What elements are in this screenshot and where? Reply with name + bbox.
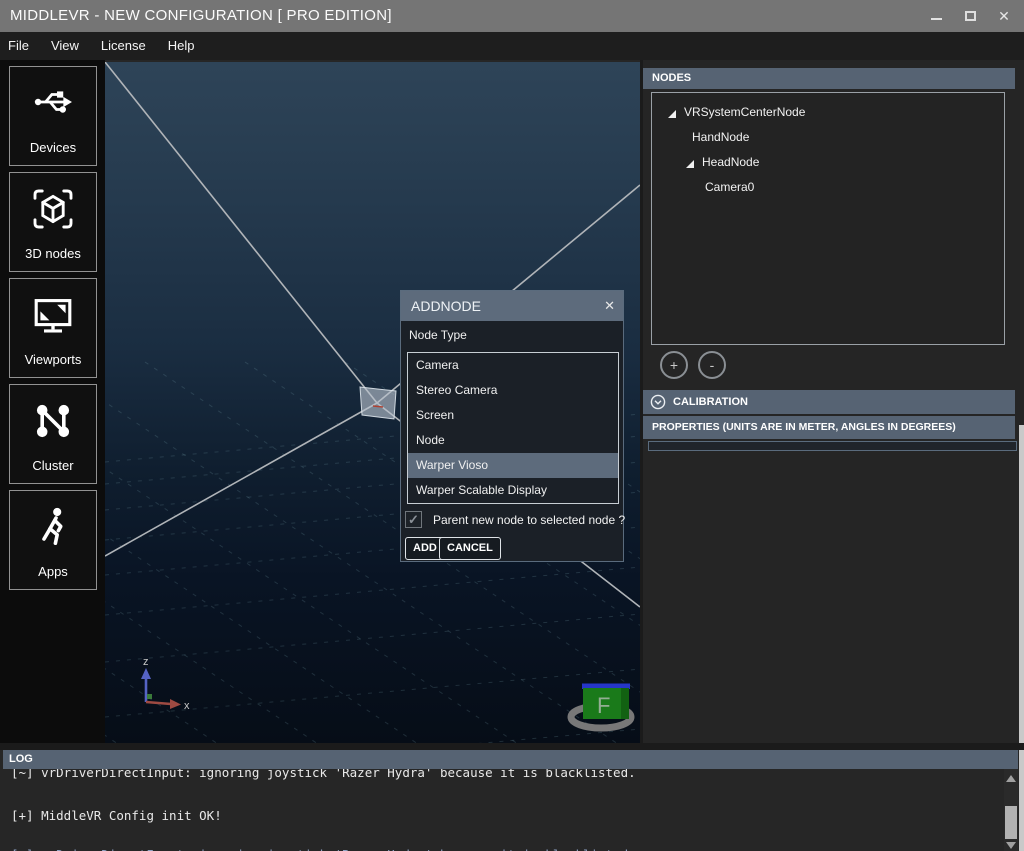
maximize-button[interactable] (954, 0, 986, 32)
tree-node-label[interactable]: HandNode (692, 130, 749, 144)
cancel-button[interactable]: CANCEL (439, 537, 501, 560)
tree-row[interactable]: Camera0 (652, 176, 1004, 201)
scrollbar-thumb[interactable] (1005, 806, 1017, 839)
tree-row[interactable]: HeadNode (652, 151, 1004, 176)
sidebar-item-3d-nodes[interactable]: 3D nodes (9, 172, 97, 272)
log-line-clipped: [~] vrDriverDirectInput: ignoring joysti… (11, 847, 636, 851)
window-title: MIDDLEVR - NEW CONFIGURATION [ PRO EDITI… (10, 0, 392, 32)
sidebar-item-cluster[interactable]: Cluster (9, 384, 97, 484)
menu-view[interactable]: View (40, 32, 90, 60)
tree-row[interactable]: HandNode (652, 126, 1004, 151)
sidebar-item-label: Devices (10, 140, 96, 155)
scroll-up-icon[interactable] (1006, 775, 1016, 782)
close-icon: ✕ (998, 0, 1010, 32)
tree-node-label[interactable]: VRSystemCenterNode (684, 105, 805, 119)
log-divider (0, 743, 1024, 750)
dialog-title-bar[interactable]: ADDNODE ✕ (401, 291, 623, 321)
log-body[interactable]: [~] vrDriverDirectInput: ignoring joysti… (3, 769, 1004, 851)
properties-empty-strip (648, 441, 1017, 451)
tree-node-label[interactable]: HeadNode (702, 155, 759, 169)
axis-x-label: x (184, 700, 190, 712)
log-scrollbar[interactable] (1004, 769, 1018, 851)
app-window: MIDDLEVR - NEW CONFIGURATION [ PRO EDITI… (0, 0, 1024, 851)
nodes-panel-header: NODES (643, 68, 1015, 89)
list-option-warper-scalable-display[interactable]: Warper Scalable Display (408, 478, 618, 503)
addnode-dialog: ADDNODE ✕ Node Type Camera Stereo Camera… (400, 290, 624, 562)
dialog-title: ADDNODE (411, 291, 481, 321)
expander-icon[interactable] (686, 160, 694, 168)
nodes-tree[interactable]: VRSystemCenterNode HandNode HeadNode Cam… (651, 92, 1005, 345)
log-header: LOG (3, 750, 1018, 769)
panel-scrollbar-track[interactable] (1019, 425, 1024, 851)
usb-icon (10, 79, 96, 125)
sidebar-item-devices[interactable]: Devices (9, 66, 97, 166)
sidebar-item-viewports[interactable]: Viewports (9, 278, 97, 378)
camera-node[interactable] (360, 387, 406, 419)
title-bar: MIDDLEVR - NEW CONFIGURATION [ PRO EDITI… (0, 0, 1024, 32)
properties-header: PROPERTIES (UNITS ARE IN METER, ANGLES I… (643, 416, 1015, 439)
menu-license[interactable]: License (90, 32, 157, 60)
menu-file[interactable]: File (0, 32, 40, 60)
node-type-list[interactable]: Camera Stereo Camera Screen Node Warper … (407, 352, 619, 504)
axis-z-label: z (143, 656, 149, 668)
sidebar-item-label: Cluster (10, 458, 96, 473)
sidebar-item-label: Apps (10, 564, 96, 579)
dialog-close-icon[interactable]: ✕ (604, 291, 615, 321)
list-option-stereo-camera[interactable]: Stereo Camera (408, 378, 618, 403)
calibration-header[interactable]: CALIBRATION (643, 390, 1015, 414)
remove-node-button[interactable]: - (698, 351, 726, 379)
parent-node-checkbox-label: Parent new node to selected node ? (433, 513, 625, 527)
scroll-down-icon[interactable] (1006, 842, 1016, 849)
node-type-label: Node Type (409, 328, 467, 342)
axis-indicator: z x (141, 656, 190, 712)
tree-node-label[interactable]: Camera0 (705, 180, 754, 194)
expander-icon[interactable] (668, 110, 676, 118)
sidebar-item-label: 3D nodes (10, 246, 96, 261)
sidebar-item-label: Viewports (10, 352, 96, 367)
log-line: [+] MiddleVR Config init OK! (11, 808, 222, 823)
list-option-node[interactable]: Node (408, 428, 618, 453)
add-node-button[interactable]: + (660, 351, 688, 379)
cluster-icon (10, 397, 96, 445)
list-option-warper-vioso[interactable]: Warper Vioso (408, 453, 618, 478)
menu-help[interactable]: Help (157, 32, 206, 60)
menu-bar: File View License Help (0, 32, 1024, 60)
log-line: [~] vrDriverDirectInput: ignoring joysti… (11, 769, 636, 780)
close-button[interactable]: ✕ (988, 0, 1020, 32)
tree-row[interactable]: VRSystemCenterNode (652, 101, 1004, 126)
sidebar-item-apps[interactable]: Apps (9, 490, 97, 590)
person-icon (10, 503, 96, 551)
minimize-button[interactable] (920, 0, 952, 32)
floor-marker[interactable]: F (571, 684, 631, 729)
list-option-camera[interactable]: Camera (408, 353, 618, 378)
minimize-icon (931, 18, 942, 20)
sidebar: Devices 3D nodes (0, 60, 105, 745)
right-panel: NODES VRSystemCenterNode HandNode HeadNo… (643, 60, 1024, 745)
calibration-header-label: CALIBRATION (673, 390, 748, 414)
cube-icon (10, 185, 96, 233)
monitor-icon (10, 291, 96, 339)
list-option-screen[interactable]: Screen (408, 403, 618, 428)
floor-marker-letter: F (597, 693, 610, 718)
maximize-icon (965, 11, 976, 21)
parent-node-checkbox[interactable]: ✓ (405, 511, 422, 528)
